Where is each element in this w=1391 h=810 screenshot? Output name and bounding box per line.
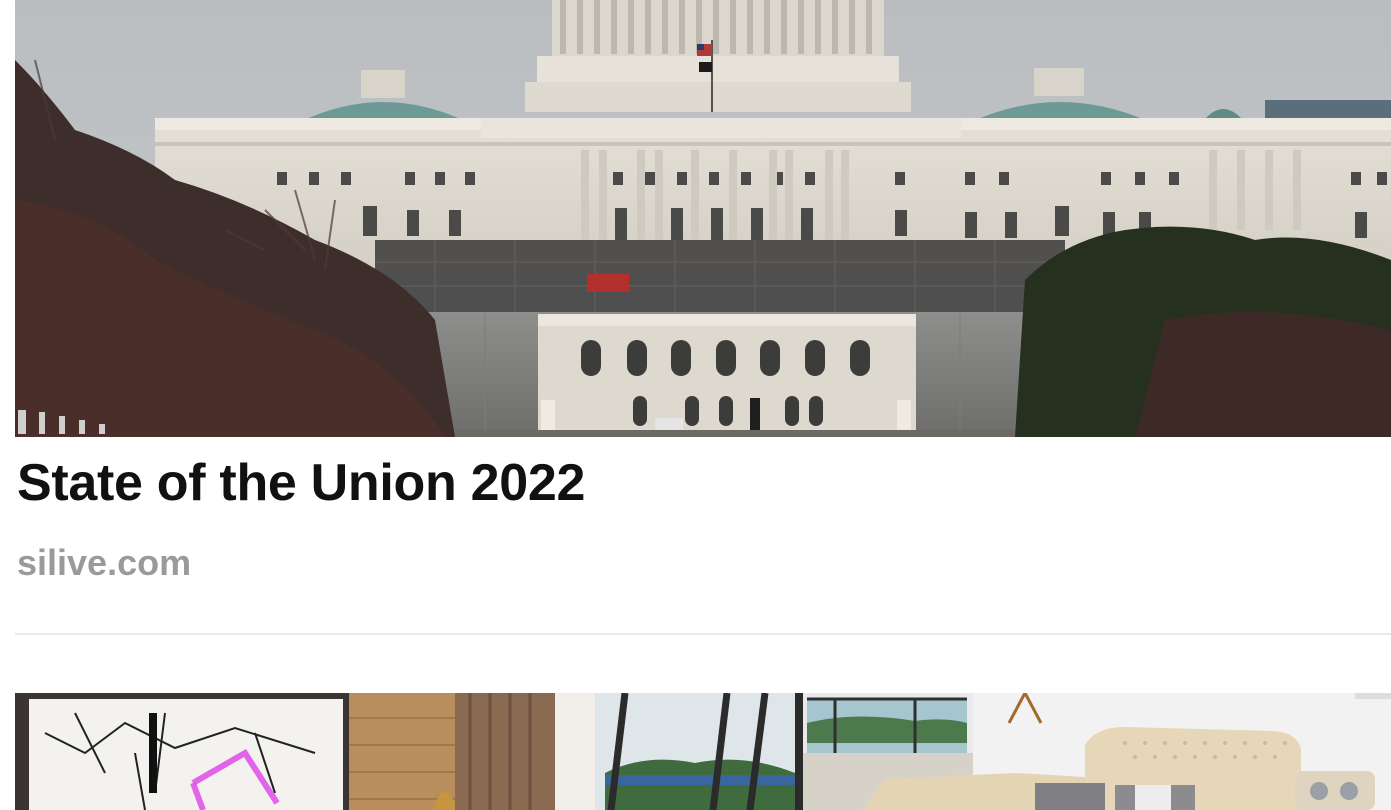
article-title[interactable]: State of the Union 2022 (17, 452, 585, 514)
news-feed: State of the Union 2022 silive.com (0, 0, 1391, 810)
card-divider (15, 633, 1391, 635)
article-image[interactable] (15, 0, 1391, 437)
next-article-image[interactable] (15, 693, 1391, 810)
article-source: silive.com (17, 542, 192, 583)
